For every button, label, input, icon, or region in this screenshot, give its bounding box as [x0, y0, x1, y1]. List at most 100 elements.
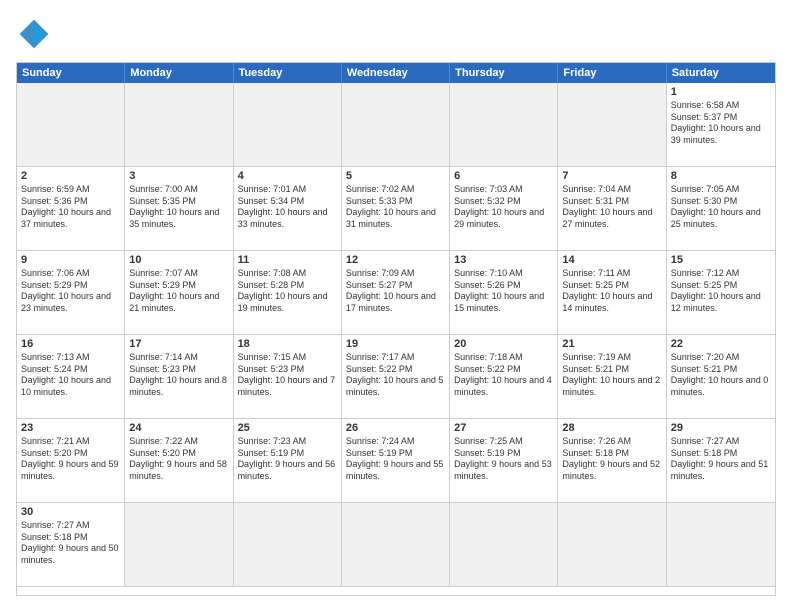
day-cell-15: 15 Sunrise: 7:12 AM Sunset: 5:25 PM Dayli…	[667, 251, 775, 335]
day-number: 24	[129, 422, 228, 434]
day-cell-19: 19 Sunrise: 7:17 AM Sunset: 5:22 PM Dayli…	[342, 335, 450, 419]
weekday-header-monday: Monday	[125, 63, 233, 83]
day-cell-2: 2 Sunrise: 6:59 AM Sunset: 5:36 PM Daylig…	[17, 167, 125, 251]
day-number: 12	[346, 254, 445, 266]
day-number: 3	[129, 170, 228, 182]
day-number: 2	[21, 170, 120, 182]
day-number: 14	[562, 254, 661, 266]
day-cell-5: 5 Sunrise: 7:02 AM Sunset: 5:33 PM Daylig…	[342, 167, 450, 251]
day-number: 30	[21, 506, 120, 518]
day-number: 25	[238, 422, 337, 434]
empty-cell	[342, 503, 450, 587]
day-number: 22	[671, 338, 771, 350]
day-cell-23: 23 Sunrise: 7:21 AM Sunset: 5:20 PM Dayli…	[17, 419, 125, 503]
day-info: Sunrise: 7:21 AM Sunset: 5:20 PM Dayligh…	[21, 436, 120, 483]
day-number: 29	[671, 422, 771, 434]
day-cell-7: 7Sunrise: 7:04 AM Sunset: 5:31 PM Daylig…	[558, 167, 666, 251]
day-cell-20: 20 Sunrise: 7:18 AM Sunset: 5:22 PM Dayli…	[450, 335, 558, 419]
empty-cell	[450, 503, 558, 587]
weekday-header-saturday: Saturday	[667, 63, 775, 83]
day-number: 21	[562, 338, 661, 350]
day-cell-14: 14 Sunrise: 7:11 AM Sunset: 5:25 PM Dayli…	[558, 251, 666, 335]
empty-cell	[558, 83, 666, 167]
day-number: 5	[346, 170, 445, 182]
day-info: Sunrise: 7:09 AM Sunset: 5:27 PM Dayligh…	[346, 268, 445, 315]
day-info: Sunrise: 7:00 AM Sunset: 5:35 PM Dayligh…	[129, 184, 228, 231]
day-info: Sunrise: 7:05 AM Sunset: 5:30 PM Dayligh…	[671, 184, 771, 231]
day-info: Sunrise: 7:08 AM Sunset: 5:28 PM Dayligh…	[238, 268, 337, 315]
calendar: SundayMondayTuesdayWednesdayThursdayFrid…	[16, 62, 776, 596]
day-info: Sunrise: 7:17 AM Sunset: 5:22 PM Dayligh…	[346, 352, 445, 399]
day-info: Sunrise: 7:26 AM Sunset: 5:18 PM Dayligh…	[562, 436, 661, 483]
day-cell-25: 25 Sunrise: 7:23 AM Sunset: 5:19 PM Dayli…	[234, 419, 342, 503]
day-info: Sunrise: 7:24 AM Sunset: 5:19 PM Dayligh…	[346, 436, 445, 483]
day-number: 18	[238, 338, 337, 350]
empty-cell	[667, 503, 775, 587]
day-info: Sunrise: 7:03 AM Sunset: 5:32 PM Dayligh…	[454, 184, 553, 231]
day-cell-1: 1Sunrise: 6:58 AM Sunset: 5:37 PM Daylig…	[667, 83, 775, 167]
day-info: Sunrise: 7:06 AM Sunset: 5:29 PM Dayligh…	[21, 268, 120, 315]
day-info: Sunrise: 7:02 AM Sunset: 5:33 PM Dayligh…	[346, 184, 445, 231]
day-cell-3: 3 Sunrise: 7:00 AM Sunset: 5:35 PM Daylig…	[125, 167, 233, 251]
day-number: 23	[21, 422, 120, 434]
day-number: 4	[238, 170, 337, 182]
weekday-header-wednesday: Wednesday	[342, 63, 450, 83]
logo	[16, 16, 58, 52]
page-header	[16, 16, 776, 52]
day-cell-29: 29 Sunrise: 7:27 AM Sunset: 5:18 PM Dayli…	[667, 419, 775, 503]
day-info: Sunrise: 7:20 AM Sunset: 5:21 PM Dayligh…	[671, 352, 771, 399]
weekday-header-tuesday: Tuesday	[234, 63, 342, 83]
day-info: Sunrise: 7:11 AM Sunset: 5:25 PM Dayligh…	[562, 268, 661, 315]
day-info: Sunrise: 6:58 AM Sunset: 5:37 PM Dayligh…	[671, 100, 771, 147]
day-cell-4: 4 Sunrise: 7:01 AM Sunset: 5:34 PM Daylig…	[234, 167, 342, 251]
day-cell-21: 21Sunrise: 7:19 AM Sunset: 5:21 PM Dayli…	[558, 335, 666, 419]
day-info: Sunrise: 7:01 AM Sunset: 5:34 PM Dayligh…	[238, 184, 337, 231]
day-info: Sunrise: 7:18 AM Sunset: 5:22 PM Dayligh…	[454, 352, 553, 399]
day-number: 26	[346, 422, 445, 434]
day-info: Sunrise: 7:23 AM Sunset: 5:19 PM Dayligh…	[238, 436, 337, 483]
empty-cell	[234, 83, 342, 167]
day-cell-9: 9 Sunrise: 7:06 AM Sunset: 5:29 PM Daylig…	[17, 251, 125, 335]
day-number: 11	[238, 254, 337, 266]
day-info: Sunrise: 7:14 AM Sunset: 5:23 PM Dayligh…	[129, 352, 228, 399]
day-number: 16	[21, 338, 120, 350]
day-number: 19	[346, 338, 445, 350]
day-number: 9	[21, 254, 120, 266]
day-number: 13	[454, 254, 553, 266]
day-info: Sunrise: 6:59 AM Sunset: 5:36 PM Dayligh…	[21, 184, 120, 231]
day-info: Sunrise: 7:27 AM Sunset: 5:18 PM Dayligh…	[671, 436, 771, 483]
empty-cell	[558, 503, 666, 587]
weekday-header-thursday: Thursday	[450, 63, 558, 83]
day-number: 10	[129, 254, 228, 266]
day-cell-6: 6 Sunrise: 7:03 AM Sunset: 5:32 PM Daylig…	[450, 167, 558, 251]
day-info: Sunrise: 7:12 AM Sunset: 5:25 PM Dayligh…	[671, 268, 771, 315]
day-number: 27	[454, 422, 553, 434]
day-number: 17	[129, 338, 228, 350]
day-cell-24: 24 Sunrise: 7:22 AM Sunset: 5:20 PM Dayli…	[125, 419, 233, 503]
day-number: 20	[454, 338, 553, 350]
day-cell-22: 22 Sunrise: 7:20 AM Sunset: 5:21 PM Dayli…	[667, 335, 775, 419]
day-cell-16: 16 Sunrise: 7:13 AM Sunset: 5:24 PM Dayli…	[17, 335, 125, 419]
empty-cell	[17, 83, 125, 167]
calendar-header: SundayMondayTuesdayWednesdayThursdayFrid…	[17, 63, 775, 83]
day-number: 15	[671, 254, 771, 266]
logo-icon	[16, 16, 52, 52]
day-cell-28: 28 Sunrise: 7:26 AM Sunset: 5:18 PM Dayli…	[558, 419, 666, 503]
day-info: Sunrise: 7:27 AM Sunset: 5:18 PM Dayligh…	[21, 520, 120, 567]
day-info: Sunrise: 7:13 AM Sunset: 5:24 PM Dayligh…	[21, 352, 120, 399]
day-cell-13: 13Sunrise: 7:10 AM Sunset: 5:26 PM Dayli…	[450, 251, 558, 335]
day-cell-8: 8Sunrise: 7:05 AM Sunset: 5:30 PM Daylig…	[667, 167, 775, 251]
day-number: 28	[562, 422, 661, 434]
empty-cell	[125, 83, 233, 167]
empty-cell	[342, 83, 450, 167]
empty-cell	[450, 83, 558, 167]
day-cell-10: 10 Sunrise: 7:07 AM Sunset: 5:29 PM Dayli…	[125, 251, 233, 335]
day-info: Sunrise: 7:07 AM Sunset: 5:29 PM Dayligh…	[129, 268, 228, 315]
day-info: Sunrise: 7:22 AM Sunset: 5:20 PM Dayligh…	[129, 436, 228, 483]
day-cell-17: 17 Sunrise: 7:14 AM Sunset: 5:23 PM Dayli…	[125, 335, 233, 419]
day-cell-30: 30 Sunrise: 7:27 AM Sunset: 5:18 PM Dayli…	[17, 503, 125, 587]
weekday-header-friday: Friday	[558, 63, 666, 83]
day-number: 6	[454, 170, 553, 182]
day-cell-18: 18Sunrise: 7:15 AM Sunset: 5:23 PM Dayli…	[234, 335, 342, 419]
day-cell-27: 27Sunrise: 7:25 AM Sunset: 5:19 PM Dayli…	[450, 419, 558, 503]
